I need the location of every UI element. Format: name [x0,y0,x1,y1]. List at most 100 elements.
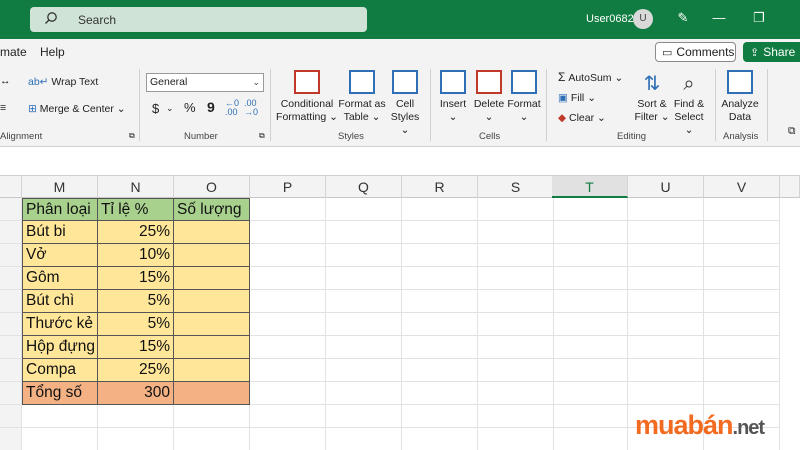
column-header-o[interactable]: O [174,176,250,198]
delete-button[interactable]: Delete ⌄ [472,70,506,124]
table-cell[interactable] [174,244,250,267]
empty-cell[interactable] [402,313,478,336]
column-header-u[interactable]: U [628,176,704,198]
empty-cell[interactable] [478,313,554,336]
empty-cell[interactable] [552,198,628,221]
decrease-decimal-icon[interactable]: .00 →0 [244,99,258,117]
empty-cell[interactable] [326,290,402,313]
row-header[interactable] [0,405,22,428]
empty-cell[interactable] [250,290,326,313]
collapse-ribbon-icon[interactable]: ⧉ [788,125,796,138]
empty-cell[interactable] [326,405,402,428]
column-header-r[interactable]: R [402,176,478,198]
empty-cell[interactable] [22,428,98,450]
row-header[interactable] [0,359,22,382]
row-header[interactable] [0,244,22,267]
column-header-v[interactable]: V [704,176,780,198]
empty-cell[interactable] [250,428,326,450]
empty-cell[interactable] [478,221,554,244]
row-header[interactable] [0,382,22,405]
empty-cell[interactable] [704,198,780,221]
avatar[interactable]: U [633,9,653,29]
increase-decimal-icon[interactable]: ←0.00 [225,99,239,117]
empty-cell[interactable] [326,336,402,359]
currency-button[interactable]: $ [152,101,159,116]
row-header[interactable] [0,221,22,244]
empty-cell[interactable] [478,336,554,359]
row-header[interactable] [0,336,22,359]
empty-cell[interactable] [552,428,628,450]
empty-cell[interactable] [250,405,326,428]
sort-filter-button[interactable]: ⇅ Sort & Filter ⌄ [634,70,670,124]
table-cell[interactable]: Hộp đựng [22,336,98,359]
empty-cell[interactable] [628,313,704,336]
empty-cell[interactable] [402,336,478,359]
format-as-table-button[interactable]: Format as Table ⌄ [338,70,386,124]
empty-cell[interactable] [478,244,554,267]
number-format-select[interactable]: General ⌄ [146,73,264,92]
empty-cell[interactable] [478,267,554,290]
empty-cell[interactable] [704,244,780,267]
table-cell[interactable]: Thước kẻ [22,313,98,336]
total-row-cell[interactable]: Tổng số [22,382,98,405]
empty-cell[interactable] [552,405,628,428]
empty-cell[interactable] [704,290,780,313]
empty-cell[interactable] [326,382,402,405]
table-cell[interactable] [174,336,250,359]
empty-cell[interactable] [250,336,326,359]
empty-cell[interactable] [552,290,628,313]
empty-cell[interactable] [478,359,554,382]
comma-button[interactable]: 9 [207,99,215,115]
chevron-down-icon[interactable]: ⌄ [166,103,174,114]
menu-help[interactable]: Help [40,45,65,59]
table-header-cell[interactable]: Tỉ lệ % [98,198,174,221]
empty-cell[interactable] [628,267,704,290]
table-header-cell[interactable]: Phân loại [22,198,98,221]
table-cell[interactable]: 15% [98,267,174,290]
empty-cell[interactable] [704,267,780,290]
empty-cell[interactable] [628,336,704,359]
row-header[interactable] [0,198,22,221]
dialog-launcher-icon[interactable]: ⧉ [259,131,265,141]
row-header[interactable] [0,290,22,313]
table-cell[interactable]: Gôm [22,267,98,290]
percent-button[interactable]: % [184,100,196,115]
empty-cell[interactable] [704,221,780,244]
merge-center-button[interactable]: ⊞ Merge & Center ⌄ [28,103,126,115]
empty-cell[interactable] [402,405,478,428]
table-header-cell[interactable]: Số lượng [174,198,250,221]
empty-cell[interactable] [628,382,704,405]
empty-cell[interactable] [552,382,628,405]
table-cell[interactable]: 25% [98,221,174,244]
empty-cell[interactable] [402,382,478,405]
empty-cell[interactable] [552,221,628,244]
empty-cell[interactable] [402,198,478,221]
table-cell[interactable]: 5% [98,290,174,313]
restore-icon[interactable]: ❐ [750,10,768,26]
spreadsheet-grid[interactable]: M N O P Q R S T U V Phân loại Tỉ lệ % Số lượng Bút bi… [0,176,800,450]
column-header-q[interactable]: Q [326,176,402,198]
empty-cell[interactable] [250,382,326,405]
table-cell[interactable] [174,313,250,336]
empty-cell[interactable] [98,428,174,450]
autosum-button[interactable]: Σ AutoSum ⌄ [558,70,623,84]
empty-cell[interactable] [402,290,478,313]
empty-cell[interactable] [628,244,704,267]
empty-cell[interactable] [22,405,98,428]
row-header[interactable] [0,313,22,336]
empty-cell[interactable] [402,267,478,290]
wrap-text-button[interactable]: ab↵ Wrap Text [28,76,98,88]
empty-cell[interactable] [704,313,780,336]
table-cell[interactable]: 10% [98,244,174,267]
table-cell[interactable] [174,267,250,290]
table-cell[interactable] [174,221,250,244]
empty-cell[interactable] [326,428,402,450]
empty-cell[interactable] [402,428,478,450]
empty-cell[interactable] [250,221,326,244]
empty-cell[interactable] [326,267,402,290]
empty-cell[interactable] [326,244,402,267]
empty-cell[interactable] [552,313,628,336]
column-header-s[interactable]: S [478,176,554,198]
empty-cell[interactable] [478,428,554,450]
column-header-t[interactable]: T [552,176,628,198]
